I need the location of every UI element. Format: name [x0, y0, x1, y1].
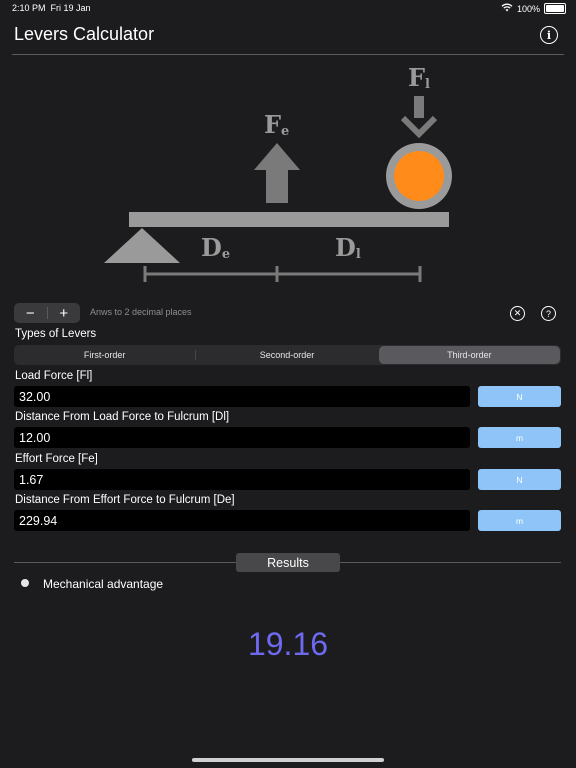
effort-distance-label: Distance From Effort Force to Fulcrum [D… — [15, 494, 235, 506]
segment-first-order[interactable]: First-order — [14, 345, 195, 365]
load-force-unit-button[interactable]: N — [478, 386, 561, 407]
load-ball-icon — [386, 143, 452, 209]
load-force-label: Load Force [Fl] — [15, 370, 93, 382]
effort-force-input[interactable]: 1.67 — [14, 469, 470, 490]
lever-types-label: Types of Levers — [15, 328, 97, 340]
fulcrum-icon — [104, 228, 180, 263]
load-arrow-icon — [400, 96, 438, 139]
help-icon[interactable]: ? — [541, 306, 556, 321]
page-title: Levers Calculator — [14, 24, 155, 44]
effort-force-label: Effort Force [Fe] — [15, 453, 98, 465]
bullet-icon — [21, 579, 29, 587]
label-de: De — [201, 233, 230, 262]
effort-arrow-icon — [254, 143, 300, 203]
label-fl: Fl — [408, 63, 430, 92]
load-force-input[interactable]: 32.00 — [14, 386, 470, 407]
status-time: 2:10 PM Fri 19 Jan — [12, 3, 91, 13]
lever-type-segmented-control[interactable]: First-order Second-order Third-order — [14, 345, 561, 365]
segment-second-order[interactable]: Second-order — [196, 345, 377, 365]
battery-percent: 100% — [516, 3, 540, 14]
effort-distance-input[interactable]: 229.94 — [14, 510, 470, 531]
results-header: Results — [236, 553, 340, 572]
effort-distance-unit-button[interactable]: m — [478, 510, 561, 531]
lever-diagram: Fe Fl De Dl — [0, 56, 576, 296]
info-icon[interactable]: i — [540, 26, 558, 44]
status-right: 100% — [501, 3, 566, 14]
load-distance-input[interactable]: 12.00 — [14, 427, 470, 448]
decimals-note: Anws to 2 decimal places — [90, 307, 192, 317]
header-divider — [12, 54, 564, 55]
clear-icon[interactable]: ✕ — [510, 306, 525, 321]
distance-ruler-icon — [143, 266, 422, 282]
battery-icon — [544, 3, 566, 14]
load-distance-label: Distance From Load Force to Fulcrum [Dl] — [15, 411, 230, 423]
mechanical-advantage-label: Mechanical advantage — [43, 577, 164, 591]
decimals-stepper[interactable]: − + — [14, 303, 80, 323]
label-fe: Fe — [264, 110, 289, 139]
wifi-icon — [501, 3, 513, 14]
status-bar: 2:10 PM Fri 19 Jan 100% — [0, 0, 576, 16]
decrement-button[interactable]: − — [14, 303, 47, 323]
label-dl: Dl — [335, 233, 361, 262]
effort-force-unit-button[interactable]: N — [478, 469, 561, 490]
lever-beam — [129, 212, 449, 227]
home-indicator[interactable] — [192, 758, 384, 762]
mechanical-advantage-value: 19.16 — [247, 626, 329, 662]
load-distance-unit-button[interactable]: m — [478, 427, 561, 448]
segment-third-order[interactable]: Third-order — [378, 346, 560, 364]
increment-button[interactable]: + — [48, 303, 81, 323]
